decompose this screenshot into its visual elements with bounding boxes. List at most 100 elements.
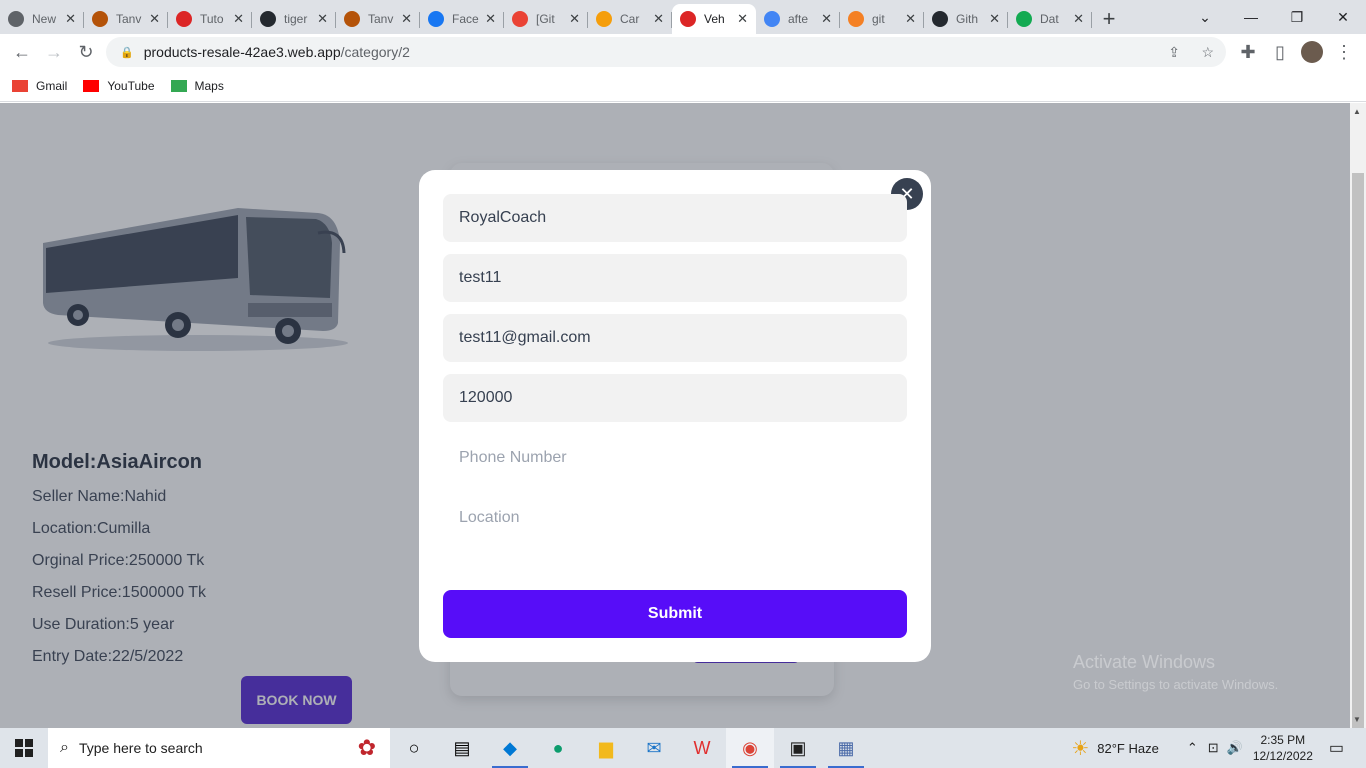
car-icon	[596, 11, 612, 27]
taskbar-search-box[interactable]: ⌕ Type here to search ✿	[48, 728, 390, 768]
google-icon	[764, 11, 780, 27]
back-icon[interactable]: ←	[6, 36, 38, 68]
widgets-icon[interactable]: ▤	[438, 728, 486, 768]
tab-close-icon[interactable]: ✕	[737, 11, 748, 27]
browser-tab[interactable]: afte ✕	[756, 4, 840, 34]
location-field[interactable]: Location	[443, 494, 907, 542]
poinsettia-icon: ✿	[357, 735, 376, 760]
submit-button[interactable]: Submit	[443, 590, 907, 638]
page-viewport: Model:AsiaAircon Seller Name:Nahid Locat…	[0, 103, 1350, 728]
browser-tab[interactable]: New ✕	[0, 4, 84, 34]
close-window-icon[interactable]: ✕	[1320, 0, 1366, 34]
forward-icon[interactable]: →	[38, 36, 70, 68]
volume-icon[interactable]: 🔊	[1227, 740, 1243, 756]
browser-tab[interactable]: Dat ✕	[1008, 4, 1092, 34]
browser-tab[interactable]: Face ✕	[420, 4, 504, 34]
tab-close-icon[interactable]: ✕	[485, 11, 496, 27]
price-field[interactable]: 120000	[443, 374, 907, 422]
browser-tab[interactable]: Gith ✕	[924, 4, 1008, 34]
tab-title: git	[872, 12, 885, 26]
clock[interactable]: 2:35 PM 12/12/2022	[1253, 732, 1313, 764]
tab-close-icon[interactable]: ✕	[1073, 11, 1084, 27]
product-name-field[interactable]: RoyalCoach	[443, 194, 907, 242]
app-icon[interactable]: ▦	[822, 728, 870, 768]
bookmark-youtube[interactable]: YouTube	[83, 79, 155, 93]
browser-toolbar: ← → ↻ 🔒 products-resale-42ae3.web.app/ca…	[0, 34, 1366, 70]
tab-title: New	[32, 12, 57, 26]
tab-title: Car	[620, 12, 640, 26]
wps-office-icon[interactable]: W	[678, 728, 726, 768]
weather-sun-icon: ☀	[1071, 737, 1090, 760]
minimize-icon[interactable]: —	[1228, 0, 1274, 34]
vehicle-icon	[680, 11, 696, 27]
chrome-taskbar-icon[interactable]: ◉	[726, 728, 774, 768]
scroll-up-icon[interactable]: ▲	[1353, 107, 1361, 116]
url-path: /category/2	[340, 44, 410, 60]
bookmark-label: Maps	[194, 78, 224, 93]
terminal-icon[interactable]: ▣	[774, 728, 822, 768]
scroll-down-icon[interactable]: ▼	[1353, 715, 1361, 724]
share-icon[interactable]: ⇪	[1168, 44, 1180, 61]
notification-icon[interactable]: ▭	[1329, 738, 1344, 758]
file-explorer-icon[interactable]: ▆	[582, 728, 630, 768]
edge-icon[interactable]: ●	[534, 728, 582, 768]
network-icon[interactable]: ⊡	[1208, 740, 1219, 756]
avatar[interactable]	[1296, 36, 1328, 68]
page-scrollbar[interactable]: ▲ ▼	[1350, 103, 1366, 739]
tab-close-icon[interactable]: ✕	[653, 11, 664, 27]
extensions-icon[interactable]: ✚	[1232, 36, 1264, 68]
tab-close-icon[interactable]: ✕	[317, 11, 328, 27]
tab-close-icon[interactable]: ✕	[989, 11, 1000, 27]
phone-number-field[interactable]: Phone Number	[443, 434, 907, 482]
menu-kebab-icon[interactable]: ⋮	[1328, 36, 1360, 68]
bookmarks-bar: Gmail YouTube Maps	[0, 70, 1366, 102]
reload-icon[interactable]: ↻	[70, 36, 102, 68]
tab-close-icon[interactable]: ✕	[821, 11, 832, 27]
restore-icon[interactable]: ❐	[1274, 0, 1320, 34]
bookmark-gmail[interactable]: Gmail	[12, 79, 67, 93]
star-icon[interactable]: ☆	[1201, 44, 1214, 61]
tray-chevron-icon[interactable]: ⌃	[1187, 740, 1198, 756]
tab-title: Veh	[704, 12, 725, 26]
new-tab-button[interactable]: +	[1092, 4, 1126, 34]
tab-close-icon[interactable]: ✕	[569, 11, 580, 27]
browser-tab[interactable]: Veh ✕	[672, 4, 756, 34]
address-bar[interactable]: 🔒 products-resale-42ae3.web.app/category…	[106, 37, 1226, 67]
search-placeholder: Type here to search	[78, 740, 203, 756]
user-name-field[interactable]: test11	[443, 254, 907, 302]
tab-close-icon[interactable]: ✕	[401, 11, 412, 27]
browser-tab[interactable]: tiger ✕	[252, 4, 336, 34]
weather-text[interactable]: 82°F Haze	[1097, 741, 1159, 756]
side-panel-icon[interactable]: ▯	[1264, 36, 1296, 68]
windows-taskbar: ⌕ Type here to search ✿ ○ ▤ ◆ ● ▆ ✉ W ◉ …	[0, 728, 1366, 768]
bookmark-label: Gmail	[36, 78, 68, 93]
vscode-icon[interactable]: ◆	[486, 728, 534, 768]
bookmark-maps[interactable]: Maps	[170, 78, 224, 93]
browser-tab[interactable]: Car ✕	[588, 4, 672, 34]
youtube-icon	[83, 79, 100, 92]
tab-close-icon[interactable]: ✕	[149, 11, 160, 27]
scrollbar-thumb[interactable]	[1352, 173, 1364, 739]
booking-modal: ✕ RoyalCoach test11 test11@gmail.com 120…	[419, 170, 931, 662]
start-button[interactable]	[0, 728, 48, 768]
tab-close-icon[interactable]: ✕	[65, 11, 76, 27]
browser-tab[interactable]: Tanv ✕	[84, 4, 168, 34]
browser-tab[interactable]: Tuto ✕	[168, 4, 252, 34]
browser-tab[interactable]: Tanv ✕	[336, 4, 420, 34]
gmail-icon	[12, 79, 28, 92]
tab-title: Tanv	[116, 12, 142, 26]
browser-tab-strip: New ✕ Tanv ✕ Tuto ✕ tiger ✕ Tanv ✕ Face ✕ [Git ✕ Car ✕ V…	[0, 0, 1366, 34]
task-view-icon[interactable]: ○	[390, 728, 438, 768]
tab-search-chevron-icon[interactable]: ⌄	[1182, 0, 1228, 34]
browser-tab[interactable]: git ✕	[840, 4, 924, 34]
tab-close-icon[interactable]: ✕	[905, 11, 916, 27]
tab-close-icon[interactable]: ✕	[233, 11, 244, 27]
mail-icon[interactable]: ✉	[630, 728, 678, 768]
tab-title: Dat	[1040, 12, 1059, 26]
tab-title: Face	[452, 12, 479, 26]
windows-logo-icon	[15, 739, 33, 757]
browser-tab[interactable]: [Git ✕	[504, 4, 588, 34]
email-field[interactable]: test11@gmail.com	[443, 314, 907, 362]
person-icon	[92, 11, 108, 27]
clock-date: 12/12/2022	[1252, 749, 1313, 763]
